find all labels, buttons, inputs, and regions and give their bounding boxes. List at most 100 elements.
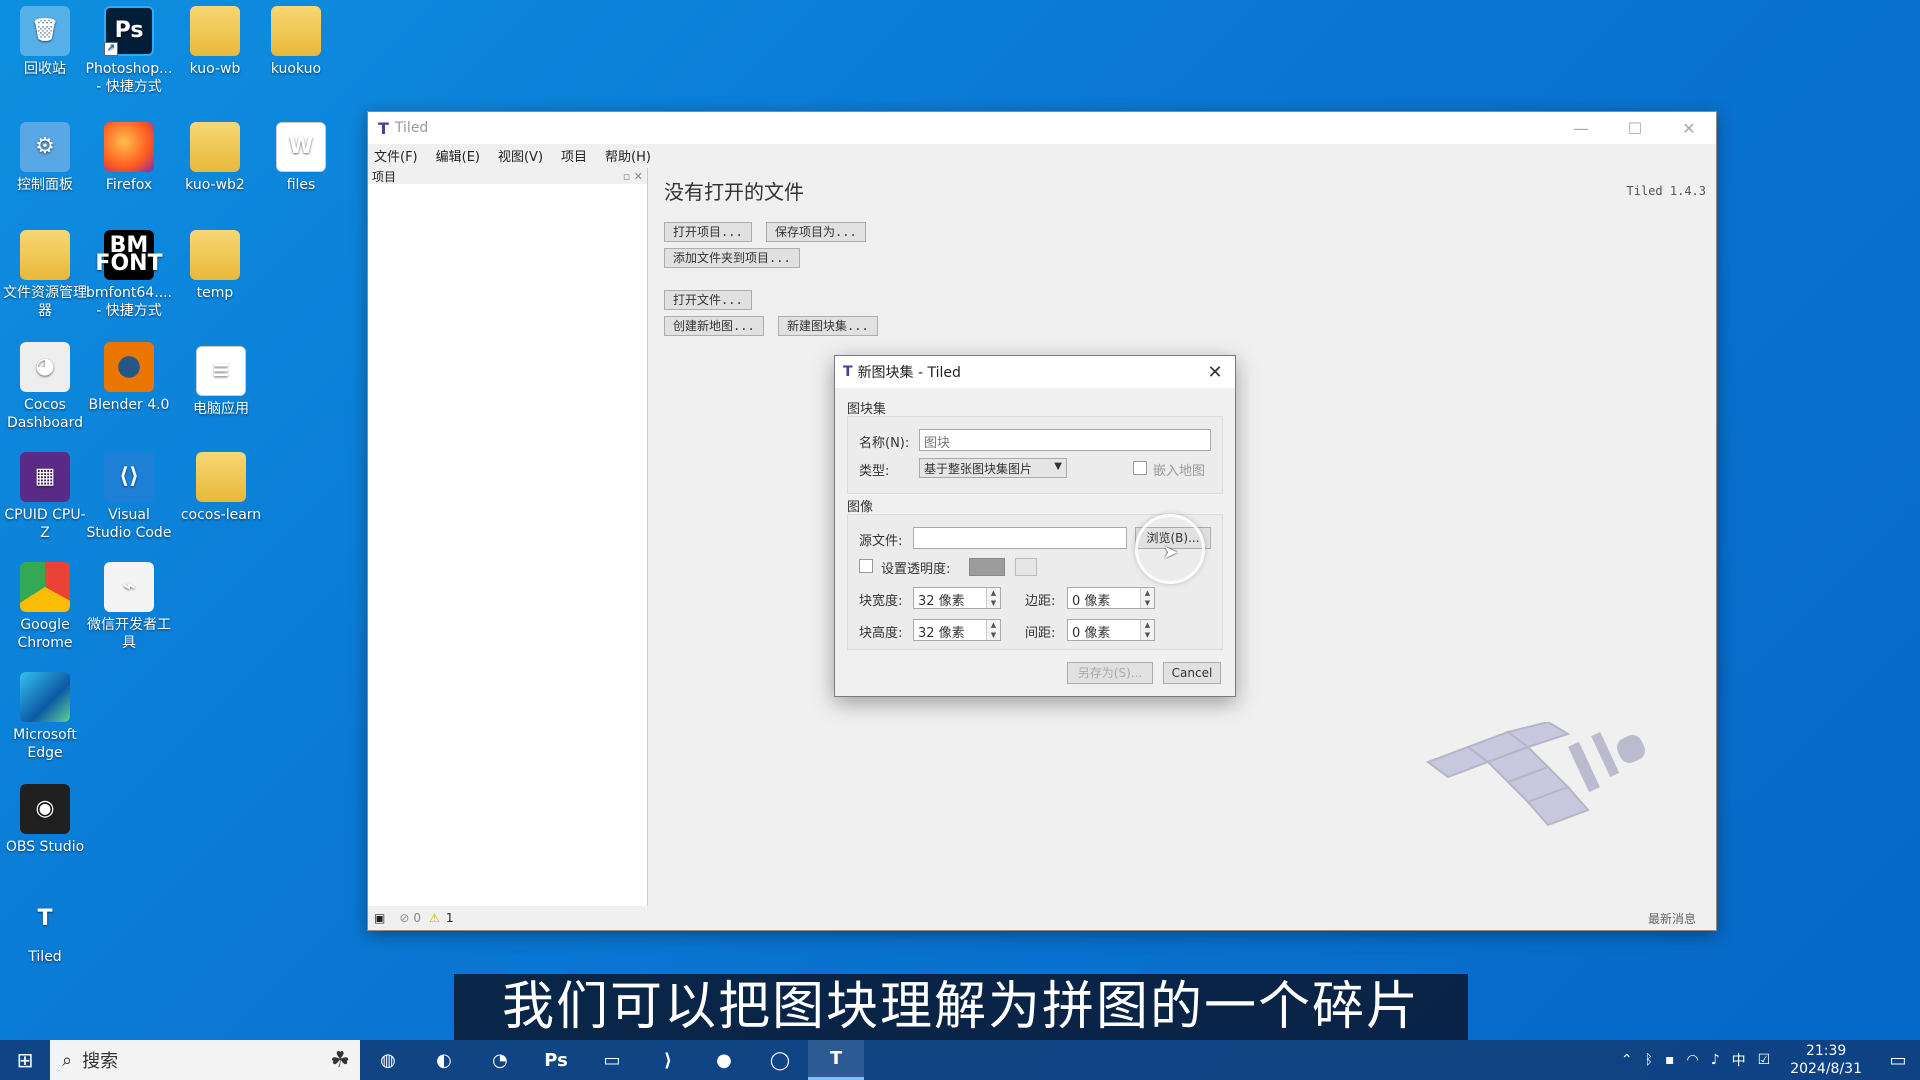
folder-icon (196, 452, 246, 502)
clock-time: 21:39 (1805, 1043, 1847, 1059)
save-project-as-button[interactable]: 保存项目为... (766, 222, 866, 242)
desktop-icon-wechat-devtools[interactable]: ⌁ 微信开发者工具 (84, 562, 174, 652)
add-folder-to-project-button[interactable]: 添加文件夹到项目... (664, 248, 800, 268)
dialog-titlebar[interactable]: T 新图块集 - Tiled ✕ (835, 356, 1235, 388)
file-explorer-icon[interactable]: ▭ (584, 1040, 640, 1080)
error-count[interactable]: 0 (413, 911, 421, 925)
tile-width-label: 块宽度: (859, 594, 903, 609)
desktop-icon-edge[interactable]: Microsoft Edge (0, 672, 90, 762)
main-titlebar[interactable]: T Tiled — ☐ ✕ (368, 112, 1716, 144)
tiled-icon: T (37, 906, 53, 931)
desktop-icon-firefox[interactable]: Firefox (84, 122, 174, 194)
clock-date: 2024/8/31 (1790, 1061, 1862, 1077)
menu-project[interactable]: 项目 (561, 146, 587, 165)
type-select[interactable]: 基于整张图块集图片 ▼ (919, 458, 1067, 478)
desktop-icon-temp[interactable]: temp (170, 230, 260, 302)
ime-indicator[interactable]: 中 (1732, 1050, 1746, 1070)
tray-check-icon[interactable]: ☑ (1758, 1052, 1771, 1068)
nvidia-icon[interactable]: ▪ (1665, 1052, 1675, 1068)
color-picker-button[interactable] (1015, 558, 1037, 576)
transparency-checkbox[interactable] (859, 559, 873, 573)
desktop-icon-vscode[interactable]: ⟨⟩ Visual Studio Code (84, 452, 174, 542)
file-icon: ≡ (196, 346, 246, 396)
warning-count[interactable]: 1 (446, 911, 454, 925)
menu-file[interactable]: 文件(F) (374, 146, 418, 165)
window-title: Tiled (394, 120, 429, 136)
new-tileset-button[interactable]: 新建图块集... (778, 316, 878, 336)
chrome-icon[interactable]: ◍ (360, 1040, 416, 1080)
edge-icon (20, 672, 70, 722)
embed-in-map-checkbox[interactable] (1133, 461, 1147, 475)
edge-icon[interactable]: ◔ (472, 1040, 528, 1080)
image-group-label: 图像 (847, 500, 874, 515)
desktop-icon-cocos-learn[interactable]: cocos-learn (176, 452, 266, 524)
menu-help[interactable]: 帮助(H) (605, 146, 651, 165)
search-placeholder: 搜索 (82, 1051, 119, 1072)
tiled-icon[interactable]: T (808, 1040, 864, 1080)
clock[interactable]: 21:39 2024/8/31 (1790, 1042, 1862, 1078)
spacing-value: 0 像素 (1072, 626, 1111, 641)
transparency-color-swatch[interactable] (969, 558, 1005, 576)
minimize-button[interactable]: — (1554, 112, 1608, 144)
console-icon[interactable]: ▣ (374, 911, 385, 925)
desktop-icon-files[interactable]: W files (256, 122, 346, 194)
windows-start-icon[interactable]: ⊞ (0, 1040, 50, 1080)
bluetooth-icon[interactable]: ᛒ (1645, 1052, 1653, 1068)
notification-icon[interactable]: ▭ (1876, 1050, 1920, 1071)
volume-icon[interactable]: ♪ (1711, 1052, 1720, 1068)
spin-arrows-icon[interactable]: ▲ ▼ (986, 588, 1000, 608)
close-button[interactable]: ✕ (1662, 112, 1716, 144)
desktop-icon-control-panel[interactable]: ⚙ 控制面板 (0, 122, 90, 194)
tileset-group-label: 图块集 (847, 402, 887, 417)
firefox-icon[interactable]: ◐ (416, 1040, 472, 1080)
vscode-icon[interactable]: ⟩ (640, 1040, 696, 1080)
desktop-icon-file-explorer[interactable]: 文件资源管理器 (0, 230, 90, 320)
close-icon[interactable]: ✕ (1195, 362, 1235, 383)
system-tray: ⌃ ᛒ ▪ ◠ ♪ 中 ☑ 21:39 2024/8/31 ▭ (1615, 1042, 1920, 1078)
menu-edit[interactable]: 编辑(E) (436, 146, 480, 165)
chevron-down-icon: ▼ (1054, 461, 1062, 472)
margin-spinbox[interactable]: 0 像素 ▲ ▼ (1067, 587, 1155, 609)
tile-width-spinbox[interactable]: 32 像素 ▲ ▼ (913, 587, 1001, 609)
desktop-icon-cocos[interactable]: ◕ Cocos Dashboard (0, 342, 90, 432)
tile-height-spinbox[interactable]: 32 像素 ▲ ▼ (913, 619, 1001, 641)
open-project-button[interactable]: 打开项目... (664, 222, 752, 242)
spacing-spinbox[interactable]: 0 像素 ▲ ▼ (1067, 619, 1155, 641)
desktop-icon-kuo-wb2[interactable]: kuo-wb2 (170, 122, 260, 194)
spin-arrows-icon[interactable]: ▲ ▼ (986, 620, 1000, 640)
photoshop-icon[interactable]: Ps (528, 1040, 584, 1080)
cocos-icon: ◕ (20, 342, 70, 392)
spin-arrows-icon[interactable]: ▲ ▼ (1140, 620, 1154, 640)
desktop-icon-tiled[interactable]: T Tiled (0, 894, 90, 966)
spin-arrows-icon[interactable]: ▲ ▼ (1140, 588, 1154, 608)
latest-news-link[interactable]: 最新消息 (1648, 910, 1696, 927)
save-as-button[interactable]: 另存为(S)... (1067, 662, 1153, 684)
shortcut-arrow-icon: ↗ (104, 42, 118, 56)
cancel-button[interactable]: Cancel (1163, 662, 1221, 684)
desktop-icon-cpuz[interactable]: ▦ CPUID CPU-Z (0, 452, 90, 542)
open-file-button[interactable]: 打开文件... (664, 290, 752, 310)
taskbar-search[interactable]: ⌕ 搜索 ☘ (50, 1040, 360, 1080)
desktop-icon-bmfont[interactable]: BM FONT bmfont64.... - 快捷方式 (84, 230, 174, 320)
desktop-icon-chrome[interactable]: Google Chrome (0, 562, 90, 652)
panel-float-close-icon[interactable]: ▫ ✕ (623, 170, 647, 183)
desktop-icon-photoshop[interactable]: Ps ↗ Photoshop... - 快捷方式 (84, 6, 174, 96)
name-field[interactable]: 图块 (919, 429, 1211, 451)
desktop-icon-pc-apps[interactable]: ≡ 电脑应用 (176, 346, 266, 418)
desktop-icon-kuo-wb[interactable]: kuo-wb (170, 6, 260, 78)
wifi-icon[interactable]: ◠ (1686, 1052, 1698, 1068)
desktop-icon-blender[interactable]: Blender 4.0 (84, 342, 174, 414)
name-label: 名称(N): (859, 436, 910, 451)
chevron-up-icon[interactable]: ⌃ (1621, 1052, 1633, 1068)
cocos-icon[interactable]: ◯ (752, 1040, 808, 1080)
new-map-button[interactable]: 创建新地图... (664, 316, 764, 336)
maximize-button[interactable]: ☐ (1608, 112, 1662, 144)
menu-view[interactable]: 视图(V) (498, 146, 543, 165)
desktop-icon-kuokuo[interactable]: kuokuo (251, 6, 341, 78)
photoshop-icon: Ps ↗ (104, 6, 154, 56)
source-file-field[interactable] (913, 527, 1127, 549)
desktop-icon-obs[interactable]: ◉ OBS Studio (0, 784, 90, 856)
desktop-icon-recycle-bin[interactable]: 🗑 回收站 (0, 6, 90, 78)
davinci-icon[interactable]: ● (696, 1040, 752, 1080)
type-label: 类型: (859, 464, 890, 479)
